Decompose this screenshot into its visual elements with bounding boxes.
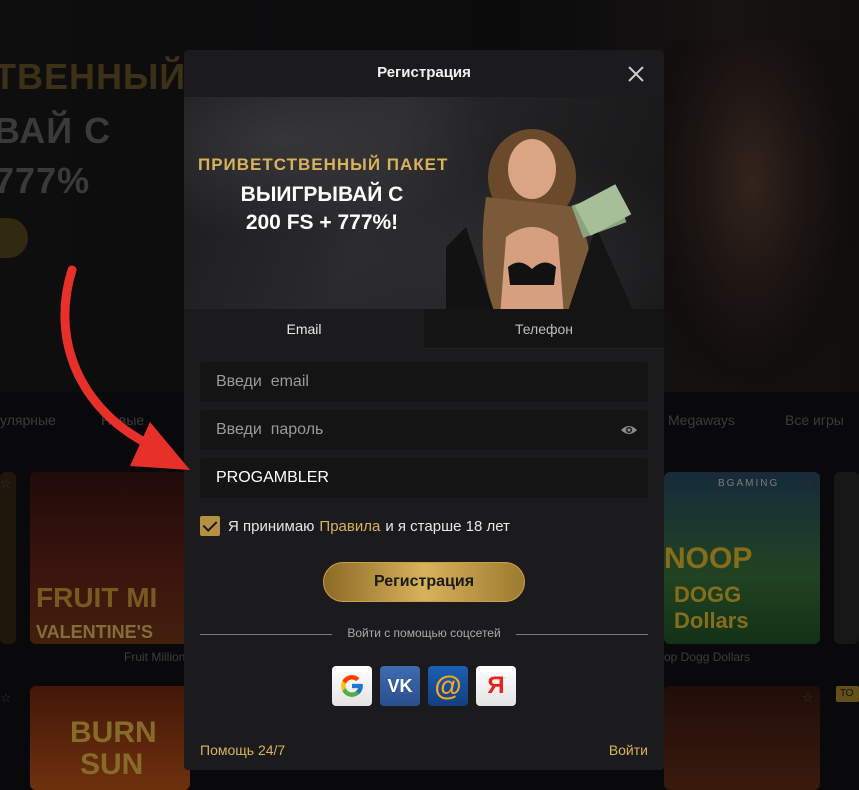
eye-icon[interactable] <box>620 422 638 438</box>
terms-checkbox[interactable] <box>200 516 220 536</box>
banner-model-image <box>446 129 633 309</box>
google-icon <box>341 675 363 697</box>
terms-text-after: и я старше 18 лет <box>385 517 510 535</box>
modal-title: Регистрация <box>377 64 471 81</box>
auth-tabs: Email Телефон <box>184 309 664 349</box>
promo-code-input[interactable] <box>200 458 648 498</box>
yandex-login-button[interactable]: Я <box>476 666 516 706</box>
social-divider: Войти с помощью соцсетей <box>200 626 648 642</box>
mail-ru-login-button[interactable]: @ <box>428 666 468 706</box>
terms-rules-link[interactable]: Правила <box>319 518 380 535</box>
vk-login-button[interactable]: VK <box>380 666 420 706</box>
divider-line-right <box>516 634 648 635</box>
promo-code-field[interactable] <box>200 458 648 498</box>
google-login-button[interactable] <box>332 666 372 706</box>
modal-header: Регистрация <box>184 50 664 97</box>
help-link[interactable]: Помощь 24/7 <box>200 742 285 758</box>
vk-icon: VK <box>387 675 413 696</box>
email-field[interactable] <box>200 362 648 402</box>
registration-modal: Регистрация ПРИВЕТСТВЕННЫЙ ПАКЕТ ВЫИГРЫВ… <box>184 50 664 770</box>
banner-promo-text: ПРИВЕТСТВЕННЫЙ ПАКЕТ <box>198 155 449 174</box>
tab-phone[interactable]: Телефон <box>424 309 664 349</box>
close-icon[interactable] <box>626 64 646 84</box>
yandex-icon: Я <box>487 672 505 699</box>
tab-email[interactable]: Email <box>184 309 424 349</box>
terms-text-before: Я принимаю <box>228 517 315 535</box>
banner-offer: 200 FS + 777%! <box>245 211 399 234</box>
register-button[interactable]: Регистрация <box>323 562 525 602</box>
password-field[interactable] <box>200 410 648 450</box>
banner-headline: ВЫИГРЫВАЙ С <box>240 183 404 206</box>
login-link[interactable]: Войти <box>609 742 648 758</box>
social-login-label: Войти с помощью соцсетей <box>347 626 501 640</box>
password-input[interactable] <box>200 410 648 450</box>
email-input[interactable] <box>200 362 648 402</box>
social-login-buttons: VK @ Я <box>332 666 516 706</box>
terms-agreement: Я принимаю Правила и я старше 18 лет <box>200 516 510 536</box>
mail-ru-icon: @ <box>434 670 462 701</box>
promo-banner: ПРИВЕТСТВЕННЫЙ ПАКЕТ ВЫИГРЫВАЙ С 200 FS … <box>184 97 664 309</box>
